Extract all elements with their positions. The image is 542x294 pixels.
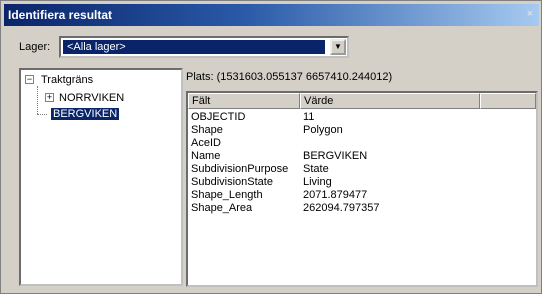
value-cell: Polygon [303, 124, 343, 136]
tree-node-label: BERGVIKEN [51, 108, 120, 120]
field-cell: Shape_Area [191, 202, 253, 214]
location-label: Plats: (1531603.055137 6657410.244012) [186, 71, 393, 83]
table-row[interactable]: OBJECTID 11 [188, 111, 480, 124]
table-row[interactable]: AceID [188, 137, 480, 150]
tree-node-label: NORRVIKEN [59, 92, 125, 104]
table-row[interactable]: Name BERGVIKEN [188, 150, 480, 163]
table-row[interactable]: SubdivisionPurpose State [188, 163, 480, 176]
attribute-grid[interactable]: Fält Värde OBJECTID 11 Shape Polygon Ace… [186, 91, 538, 287]
field-cell: SubdivisionState [191, 176, 273, 188]
field-cell: OBJECTID [191, 111, 246, 123]
value-cell: State [303, 163, 329, 175]
value-cell: 11 [303, 111, 315, 123]
results-tree[interactable]: − Traktgräns + NORRVIKEN BERGVIKEN [19, 68, 183, 286]
window-title: Identifiera resultat [8, 8, 113, 22]
column-header-filler [480, 93, 536, 109]
value-cell: 2071.879477 [303, 189, 368, 201]
expand-icon[interactable]: + [45, 93, 54, 102]
field-cell: SubdivisionPurpose [191, 163, 289, 175]
grid-header: Fält Värde [188, 93, 536, 109]
tree-connector [37, 114, 47, 115]
close-icon[interactable]: × [523, 7, 537, 21]
layers-dropdown-value: <Alla lager> [63, 40, 325, 54]
table-row[interactable]: Shape_Area 262094.797357 [188, 202, 480, 215]
value-cell: Living [303, 176, 332, 188]
grid-body: OBJECTID 11 Shape Polygon AceID Name BER… [188, 111, 480, 215]
table-row[interactable]: SubdivisionState Living [188, 176, 480, 189]
tree-connector [37, 86, 38, 114]
field-cell: Shape_Length [191, 189, 263, 201]
value-cell: BERGVIKEN [303, 150, 368, 162]
tree-node-label: Traktgräns [41, 74, 94, 86]
column-header-value[interactable]: Värde [300, 93, 480, 109]
field-cell: AceID [191, 137, 221, 149]
value-cell: 262094.797357 [303, 202, 380, 214]
tree-node-bergviken[interactable]: BERGVIKEN [51, 107, 120, 121]
collapse-icon[interactable]: − [25, 75, 34, 84]
table-row[interactable]: Shape_Length 2071.879477 [188, 189, 480, 202]
dropdown-arrow-icon[interactable]: ▼ [330, 39, 346, 55]
layers-label: Lager: [19, 41, 51, 53]
title-bar[interactable]: Identifiera resultat × [4, 4, 539, 26]
layers-dropdown[interactable]: <Alla lager> ▼ [59, 36, 349, 58]
identify-results-window: Identifiera resultat × Lager: <Alla lage… [0, 0, 542, 294]
column-header-field[interactable]: Fält [188, 93, 300, 109]
value-cell [300, 137, 480, 150]
field-cell: Shape [191, 124, 223, 136]
field-cell: Name [191, 150, 221, 162]
table-row[interactable]: Shape Polygon [188, 124, 480, 137]
